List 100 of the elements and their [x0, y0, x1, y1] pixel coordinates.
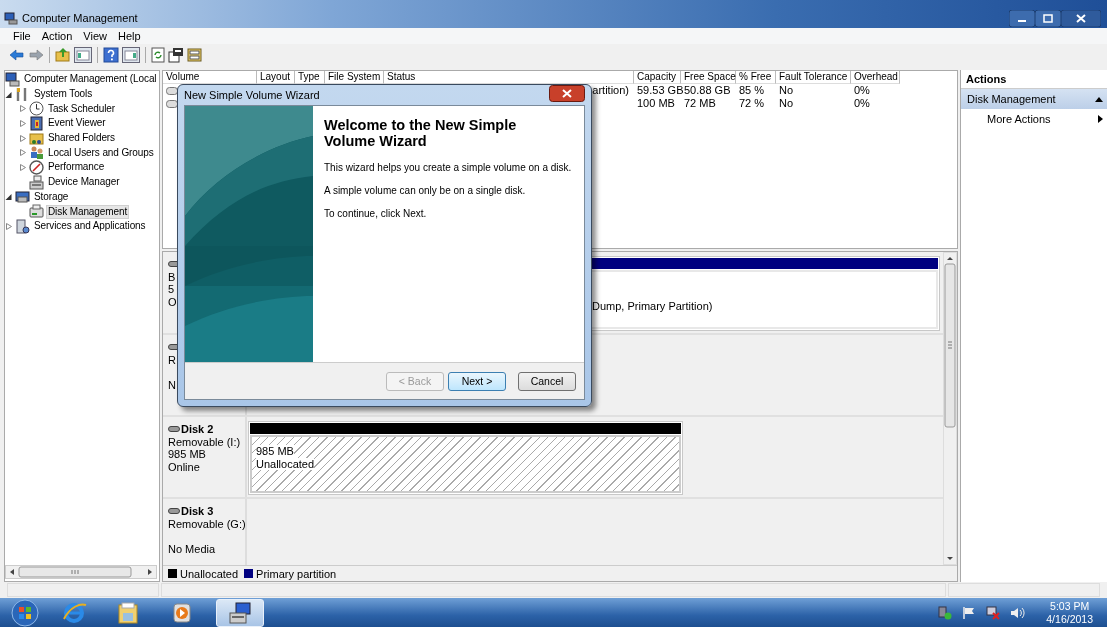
- close-icon[interactable]: [1061, 9, 1101, 27]
- users-icon: [29, 145, 44, 161]
- table-cell: 59.53 GB: [637, 84, 684, 97]
- wizard-heading: Welcome to the New Simple Volume Wizard: [324, 117, 518, 149]
- tree-item[interactable]: Performance: [46, 160, 107, 175]
- partition-box[interactable]: 985 MB Unallocated: [248, 421, 683, 495]
- disk-info: Removable (G:): [168, 517, 246, 530]
- table-cell: No: [779, 84, 794, 97]
- volume-icon: [166, 86, 178, 95]
- action-pane-icon[interactable]: [122, 47, 140, 63]
- partition-text: Unallocated: [256, 457, 315, 470]
- menu-item[interactable]: Help: [117, 30, 141, 42]
- table-cell: 100 MB: [637, 97, 675, 110]
- gauge-icon: [29, 159, 44, 175]
- disk-info: O: [168, 295, 177, 308]
- dialog-button[interactable]: Cancel: [518, 371, 576, 391]
- flag-icon[interactable]: [962, 605, 977, 620]
- table-cell: 0%: [854, 84, 870, 97]
- volume-icon: [166, 99, 178, 108]
- shared-folder-icon: [29, 130, 44, 146]
- column-header[interactable]: Capacity: [634, 71, 681, 84]
- tree-item[interactable]: Device Manager: [46, 175, 122, 190]
- table-cell: artition): [592, 84, 629, 97]
- drive-icon: [168, 426, 180, 433]
- menu-item[interactable]: File: [13, 30, 31, 42]
- tree-item[interactable]: Event Viewer: [46, 116, 108, 131]
- maximize-icon[interactable]: [1035, 9, 1061, 27]
- table-cell: 0%: [854, 97, 870, 110]
- refresh-icon[interactable]: [151, 47, 165, 63]
- window-title: Computer Management: [22, 12, 138, 24]
- wizard-text: A simple volume can only be on a single disk.: [324, 185, 527, 196]
- back-icon[interactable]: [9, 48, 25, 62]
- action-item[interactable]: More Actions: [987, 113, 1051, 125]
- table-cell: 50.88 GB: [684, 84, 731, 97]
- clock-date[interactable]: 4/16/2013: [1046, 612, 1093, 626]
- table-cell: 72 MB: [684, 97, 716, 110]
- disk-name: Disk 3: [181, 505, 214, 518]
- tree-item[interactable]: Local Users and Groups: [46, 145, 156, 160]
- clock-time[interactable]: 5:03 PM: [1046, 599, 1093, 613]
- table-cell: 72 %: [739, 97, 765, 110]
- log-icon: [29, 115, 44, 131]
- tree-item[interactable]: Services and Applications: [32, 219, 148, 234]
- computer-icon: [5, 71, 20, 87]
- action-section-header[interactable]: Disk Management: [961, 89, 1107, 109]
- dialog-button[interactable]: Next >: [448, 371, 506, 391]
- tree-item[interactable]: Computer Management (Local: [22, 72, 159, 87]
- wizard-text: This wizard helps you create a simple volume on a disk.: [324, 162, 572, 173]
- disk-info: R: [168, 353, 176, 366]
- column-header[interactable]: % Free: [736, 71, 776, 84]
- server-icon: [15, 218, 30, 234]
- disk-info: No Media: [168, 542, 216, 555]
- submenu-arrow-icon: [1098, 115, 1103, 123]
- disk-info: Online: [168, 460, 200, 473]
- disk-info: N: [168, 378, 176, 391]
- wizard-text: To continue, click Next.: [324, 208, 428, 219]
- disk-info: B: [168, 270, 176, 283]
- close-button[interactable]: [549, 85, 585, 102]
- properties-icon[interactable]: [168, 47, 184, 63]
- column-header[interactable]: Fault Tolerance: [776, 71, 851, 84]
- menu-item[interactable]: Action: [41, 30, 73, 42]
- network-error-icon[interactable]: [986, 605, 1001, 620]
- tree-item[interactable]: System Tools: [32, 87, 95, 102]
- drive-icon: [168, 508, 180, 515]
- partition-text: Dump, Primary Partition): [592, 300, 714, 313]
- legend-label: Primary partition: [256, 567, 337, 580]
- vertical-scrollbar-drawing[interactable]: [943, 252, 957, 565]
- tree-item[interactable]: Disk Management: [46, 204, 130, 219]
- tree-item[interactable]: Task Scheduler: [46, 101, 117, 116]
- horizontal-scrollbar-drawing[interactable]: [5, 565, 157, 579]
- column-header[interactable]: Free Space: [681, 71, 736, 84]
- disk-name: Disk 2: [181, 423, 214, 436]
- up-folder-icon[interactable]: [55, 47, 71, 63]
- clock-icon: [29, 101, 44, 117]
- minimize-icon[interactable]: [1009, 9, 1035, 27]
- expander-icon[interactable]: [5, 192, 13, 202]
- menu-item[interactable]: View: [83, 30, 107, 42]
- start-button[interactable]: [10, 598, 40, 627]
- device-icon: [29, 174, 44, 190]
- dialog-title: New Simple Volume Wizard: [184, 89, 320, 101]
- disk-info: 985 MB: [168, 448, 206, 461]
- disk-drive-icon: [29, 204, 44, 220]
- network-icon[interactable]: [938, 605, 953, 620]
- tree-pane-icon[interactable]: [74, 47, 92, 63]
- disk-info: Removable (I:): [168, 435, 241, 448]
- disk-settings-icon[interactable]: [187, 47, 203, 63]
- column-header[interactable]: Overhead: [851, 71, 900, 84]
- legend-label: Unallocated: [180, 567, 239, 580]
- computer-management-icon: [4, 11, 18, 25]
- expander-icon[interactable]: [5, 89, 13, 99]
- partition-text: 985 MB: [256, 445, 294, 458]
- tree-item[interactable]: Shared Folders: [46, 131, 117, 146]
- storage-icon: [15, 189, 30, 205]
- table-cell: 85 %: [739, 84, 765, 97]
- table-cell: No: [779, 97, 794, 110]
- taskbar-button[interactable]: [216, 598, 264, 627]
- help-icon[interactable]: [103, 47, 119, 63]
- speaker-icon[interactable]: [1010, 605, 1027, 620]
- collapse-icon[interactable]: [1095, 96, 1103, 102]
- disk-info: 5: [168, 283, 175, 296]
- tree-item[interactable]: Storage: [32, 189, 71, 204]
